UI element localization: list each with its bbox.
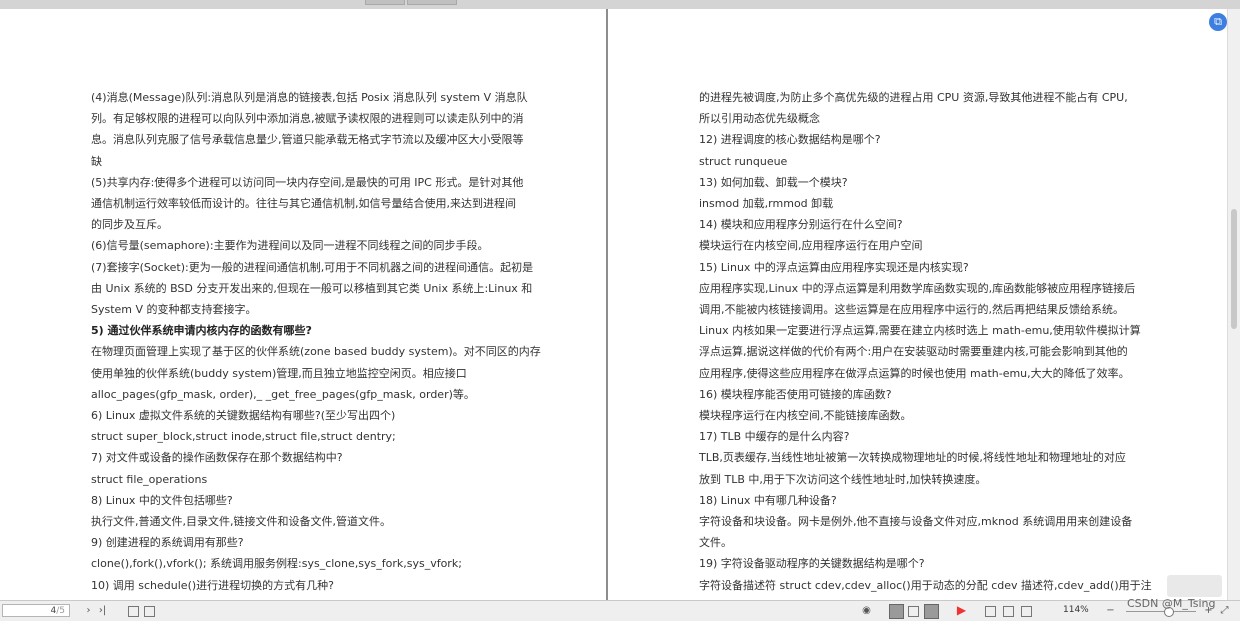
text-line: 14) 模块和应用程序分别运行在什么空间? bbox=[699, 218, 903, 232]
text-line: 字符设备和块设备。网卡是例外,他不直接与设备文件对应,mknod 系统调用用来创… bbox=[699, 515, 1133, 528]
text-line: 18) Linux 中有哪几种设备? bbox=[699, 493, 837, 507]
text-line: 的同步及互斥。 bbox=[91, 218, 168, 232]
text-line: (6)信号量(semaphore):主要作为进程间以及同一进程不同线程之间的同步… bbox=[91, 239, 489, 253]
text-line: clone(),fork(),vfork(); 系统调用服务例程:sys_clo… bbox=[91, 557, 462, 571]
text-line: (4)消息(Message)队列:消息队列是消息的链接表,包括 Posix 消息… bbox=[91, 91, 528, 104]
watermark-text: CSDN @M_Tsing bbox=[1127, 597, 1216, 610]
text-line: 浮点运算,据说这样做的代价有两个:用户在安装驱动时需要重建内核,可能会影响到其他… bbox=[699, 345, 1128, 359]
text-line: 13) 如何加载、卸载一个模块? bbox=[699, 175, 848, 189]
document-page-left: (4)消息(Message)队列:消息队列是消息的链接表,包括 Posix 消息… bbox=[0, 9, 606, 600]
text-line: 在物理页面管理上实现了基于区的伙伴系统(zone based buddy sys… bbox=[91, 345, 541, 359]
text-line: 由 Unix 系统的 BSD 分支开发出来的,但现在一般可以移植到其它类 Uni… bbox=[91, 281, 533, 295]
text-line: 10) 调用 schedule()进行进程切换的方式有几种? bbox=[91, 578, 334, 592]
text-line: 列。有足够权限的进程可以向队列中添加消息,被赋予读权限的进程则可以读走队列中的消 bbox=[91, 112, 524, 126]
text-line: 12) 进程调度的核心数据结构是哪个? bbox=[699, 133, 881, 147]
text-line: 的进程先被调度,为防止多个高优先级的进程占用 CPU 资源,导致其他进程不能占有… bbox=[699, 91, 1128, 104]
text-line: 所以引用动态优先级概念 bbox=[699, 112, 820, 126]
single-page-view-icon[interactable] bbox=[889, 604, 904, 619]
zoom-out-icon[interactable]: − bbox=[1104, 604, 1117, 617]
doc-icon[interactable] bbox=[144, 606, 155, 617]
scrollbar-thumb[interactable] bbox=[1231, 209, 1237, 329]
text-line: Linux 内核如果一定要进行浮点运算,需要在建立内核时选上 math-emu,… bbox=[699, 324, 1141, 338]
text-line: alloc_pages(gfp_mask, order),_ _get_free… bbox=[91, 387, 475, 401]
text-line: 15) Linux 中的浮点运算由应用程序实现还是内核实现? bbox=[699, 260, 969, 274]
zoom-level[interactable]: 114% bbox=[1063, 605, 1089, 615]
text-line: 模块程序运行在内核空间,不能链接库函数。 bbox=[699, 409, 912, 422]
vertical-scrollbar[interactable] bbox=[1227, 9, 1240, 600]
toolbar-tab-stub[interactable] bbox=[365, 0, 405, 5]
translate-icon[interactable]: ⧉ bbox=[1209, 13, 1227, 31]
text-line: 缺 bbox=[91, 154, 102, 168]
text-line: insmod 加载,rmmod 卸载 bbox=[699, 197, 834, 210]
page-number-input[interactable]: 4/5 bbox=[2, 604, 70, 617]
text-line: 使用单独的伙伴系统(buddy system)管理,而且独立地监控空闲页。相应接… bbox=[91, 366, 467, 380]
text-line: 应用程序,使得这些应用程序在做浮点运算的时候也使用 math-emu,大大的降低… bbox=[699, 366, 1130, 380]
total-pages: /5 bbox=[56, 606, 65, 616]
text-line: 8) Linux 中的文件包括哪些? bbox=[91, 493, 233, 507]
add-page-icon[interactable] bbox=[128, 606, 139, 617]
text-line: 应用程序实现,Linux 中的浮点运算是利用数学库函数实现的,库函数能够被应用程… bbox=[699, 281, 1136, 295]
text-line: 6) Linux 虚拟文件系统的关键数据结构有哪些?(至少写出四个) bbox=[91, 409, 396, 422]
next-page-icon[interactable]: › bbox=[82, 604, 95, 617]
zoom-slider[interactable] bbox=[1126, 607, 1196, 617]
text-line: (5)共享内存:使得多个进程可以访问同一块内存空间,是最快的可用 IPC 形式。… bbox=[91, 175, 524, 189]
text-line: 19) 字符设备驱动程序的关键数据结构是哪个? bbox=[699, 557, 925, 571]
text-line: struct super_block,struct inode,struct f… bbox=[91, 430, 396, 444]
text-line: 息。消息队列克服了信号承载信息量少,管道只能承载无格式字节流以及缓冲区大小受限等 bbox=[91, 133, 524, 147]
text-line: 5) 通过伙伴系统申请内核内存的函数有哪些? bbox=[91, 324, 312, 338]
text-line: struct runqueue bbox=[699, 154, 788, 168]
text-line: System V 的变种都支持套接字。 bbox=[91, 303, 257, 316]
eye-icon[interactable]: ◉ bbox=[860, 604, 873, 617]
text-line: 执行文件,普通文件,目录文件,链接文件和设备文件,管道文件。 bbox=[91, 515, 391, 528]
text-line: 16) 模块程序能否使用可链接的库函数? bbox=[699, 387, 892, 401]
fit-width-icon[interactable] bbox=[985, 606, 996, 617]
toolbar-tab-stub[interactable] bbox=[407, 0, 457, 5]
text-line: 9) 创建进程的系统调用有那些? bbox=[91, 536, 244, 550]
continuous-view-icon[interactable] bbox=[908, 606, 919, 617]
text-line: (7)套接字(Socket):更为一般的进程间通信机制,可用于不同机器之间的进程… bbox=[91, 260, 534, 274]
play-icon[interactable]: ▶ bbox=[955, 604, 968, 617]
text-line: 放到 TLB 中,用于下次访问这个线性地址时,加快转换速度。 bbox=[699, 472, 987, 486]
text-line: struct file_operations bbox=[91, 472, 208, 486]
text-line: 调用,不能被内核链接调用。这些运算是在应用程序中运行的,然后再把结果反馈给系统。 bbox=[699, 303, 1124, 316]
text-line: TLB,页表缓存,当线性地址被第一次转换成物理地址的时候,将线性地址和物理地址的… bbox=[699, 451, 1126, 465]
fullscreen-icon[interactable]: ⤢ bbox=[1218, 604, 1231, 617]
rotate-icon[interactable] bbox=[1021, 606, 1032, 617]
text-line: 模块运行在内核空间,应用程序运行在用户空间 bbox=[699, 239, 923, 253]
status-bar: 4/5 › ›| ◉ ▶ 114% − + ⤢ bbox=[0, 600, 1240, 621]
document-page-right: 的进程先被调度,为防止多个高优先级的进程占用 CPU 资源,导致其他进程不能占有… bbox=[608, 9, 1227, 600]
text-line: 通信机制运行效率较低而设计的。往往与其它通信机制,如信号量结合使用,来达到进程间 bbox=[91, 197, 516, 210]
two-page-view-icon[interactable] bbox=[924, 604, 939, 619]
text-line: 字符设备描述符 struct cdev,cdev_alloc()用于动态的分配 … bbox=[699, 578, 1152, 592]
floating-action-button[interactable] bbox=[1167, 575, 1222, 597]
fit-page-icon[interactable] bbox=[1003, 606, 1014, 617]
text-line: 7) 对文件或设备的操作函数保存在那个数据结构中? bbox=[91, 451, 343, 465]
text-line: 文件。 bbox=[699, 536, 732, 550]
text-line: 17) TLB 中缓存的是什么内容? bbox=[699, 430, 850, 444]
last-page-icon[interactable]: ›| bbox=[96, 604, 109, 617]
